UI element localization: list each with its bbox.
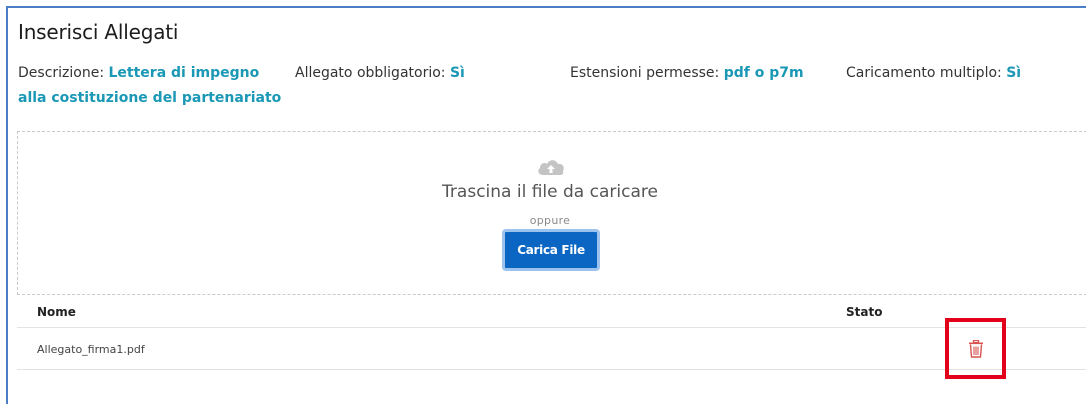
obbligatorio-label: Allegato obbligatorio:	[295, 65, 450, 81]
description-label: Descrizione:	[18, 65, 109, 81]
multiplo-label: Caricamento multiplo:	[846, 65, 1007, 81]
multiplo-value: Sì	[1006, 65, 1022, 81]
description-info: Descrizione: Lettera di impegno alla cos…	[18, 61, 288, 111]
table-divider	[17, 327, 1086, 328]
table-divider	[17, 369, 1086, 370]
trash-icon[interactable]	[968, 339, 984, 358]
column-header-stato: Stato	[846, 305, 883, 319]
estensioni-info: Estensioni permesse: pdf o p7m	[570, 61, 804, 86]
cloud-upload-icon	[538, 160, 564, 175]
multiplo-info: Caricamento multiplo: Sì	[846, 61, 1021, 86]
table-row-filename: Allegato_firma1.pdf	[37, 343, 145, 356]
obbligatorio-info: Allegato obbligatorio: Sì	[295, 61, 465, 86]
column-header-nome: Nome	[37, 305, 76, 319]
estensioni-label: Estensioni permesse:	[570, 65, 724, 81]
dropzone-text: Trascina il file da caricare	[442, 182, 658, 202]
carica-file-button[interactable]: Carica File	[502, 229, 600, 271]
delete-highlight-box	[945, 318, 1006, 379]
obbligatorio-value: Sì	[449, 65, 465, 81]
oppure-text: oppure	[529, 214, 571, 227]
panel-title: Inserisci Allegati	[18, 20, 179, 44]
estensioni-value: pdf o p7m	[723, 65, 804, 81]
